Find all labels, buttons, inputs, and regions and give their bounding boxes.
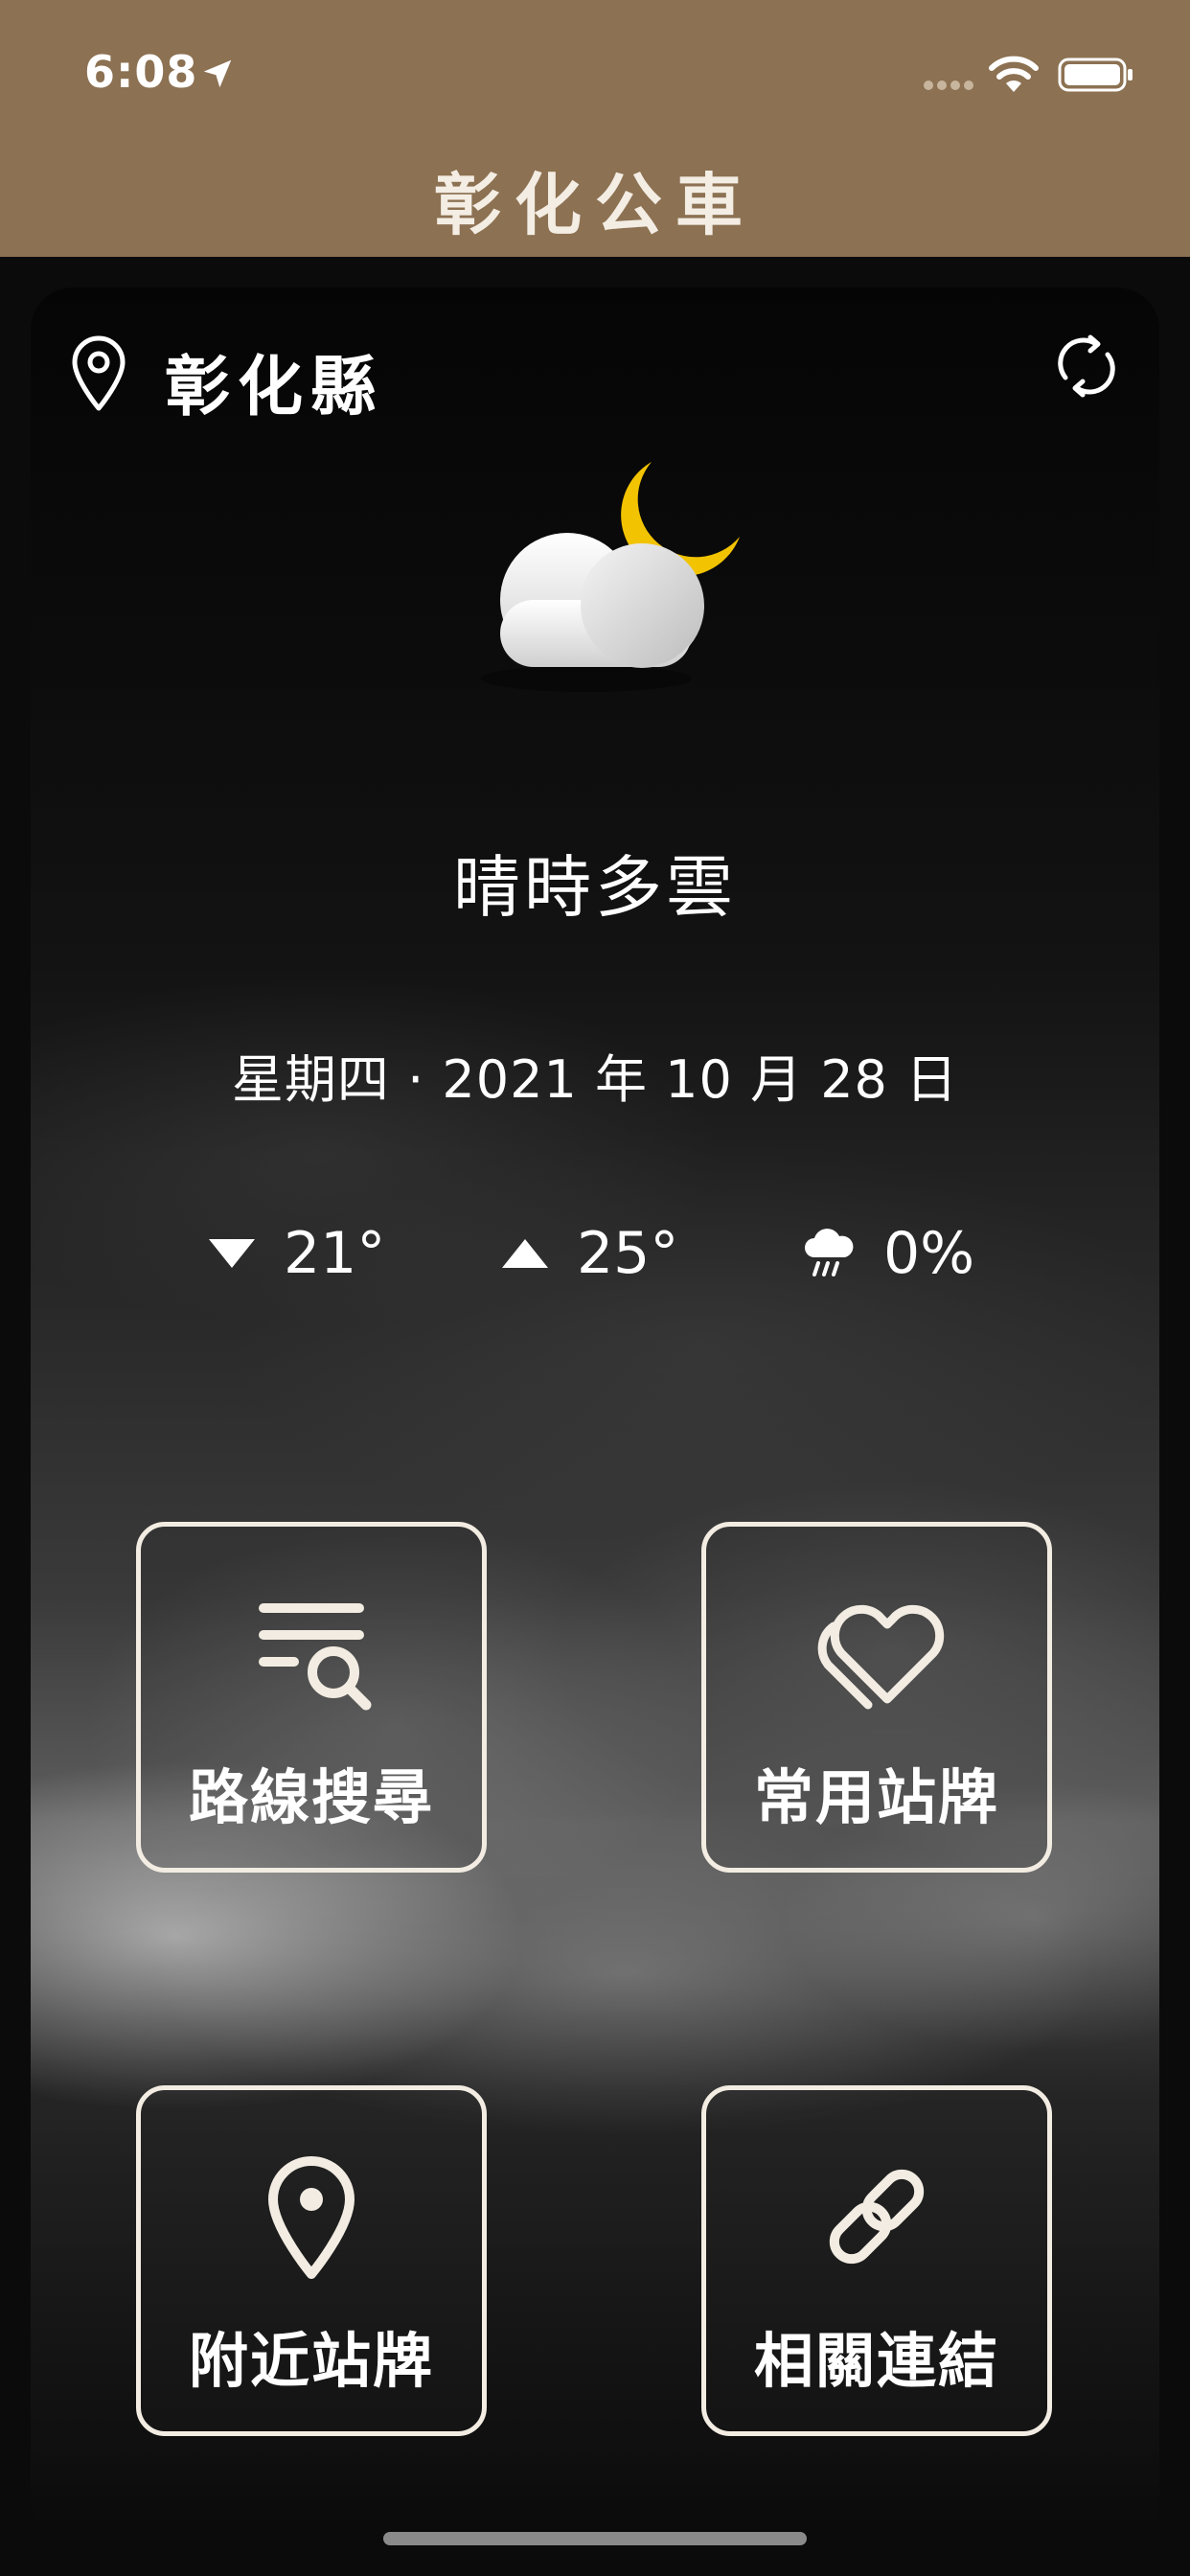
- route-search-button[interactable]: 路線搜尋: [136, 1522, 487, 1873]
- refresh-icon[interactable]: [1050, 330, 1123, 402]
- low-temp-stat: 21°: [207, 1215, 385, 1292]
- high-temp-value: 25°: [577, 1220, 679, 1287]
- app-header: 6:08 彰化公車: [0, 0, 1190, 257]
- location-arrow-icon: [203, 59, 232, 88]
- location-pin-icon: [72, 335, 126, 411]
- rain-chance-value: 0%: [883, 1220, 975, 1287]
- favorite-stops-label: 常用站牌: [753, 1762, 999, 1832]
- nearby-stops-label: 附近站牌: [188, 2326, 434, 2396]
- link-icon: [829, 2169, 925, 2265]
- heart-icon: [817, 1604, 945, 1710]
- wifi-icon: [989, 56, 1039, 92]
- related-links-label: 相關連結: [753, 2326, 999, 2396]
- related-links-button[interactable]: 相關連結: [701, 2085, 1052, 2436]
- triangle-up-icon: [502, 1239, 548, 1268]
- rain-chance-stat: 0%: [801, 1215, 974, 1292]
- status-time: 6:08: [84, 46, 198, 98]
- weather-description: 晴時多雲: [453, 848, 737, 927]
- weather-stats: 21° 25° 0%: [31, 1215, 1159, 1292]
- route-search-label: 路線搜尋: [188, 1762, 434, 1832]
- route-search-icon: [259, 1603, 372, 1711]
- weather-date: 星期四 · 2021 年 10 月 28 日: [231, 1049, 959, 1110]
- favorite-stops-button[interactable]: 常用站牌: [701, 1522, 1052, 1873]
- low-temp-value: 21°: [284, 1220, 386, 1287]
- triangle-down-icon: [209, 1239, 255, 1268]
- location-name: 彰化縣: [165, 350, 384, 426]
- nearby-stops-button[interactable]: 附近站牌: [136, 2085, 487, 2436]
- app-title: 彰化公車: [434, 166, 756, 244]
- weather-card: 彰化縣 晴時多雲 星期四 · 2021 年 10 月 28 日 21° 25° …: [31, 288, 1159, 2543]
- battery-icon: [1058, 58, 1133, 92]
- home-indicator[interactable]: [383, 2532, 807, 2545]
- rain-cloud-icon: [805, 1229, 854, 1276]
- partly-cloudy-night-icon: [481, 462, 740, 692]
- cellular-signal-icon: [924, 80, 973, 90]
- high-temp-stat: 25°: [500, 1215, 678, 1292]
- map-pin-icon: [268, 2156, 355, 2279]
